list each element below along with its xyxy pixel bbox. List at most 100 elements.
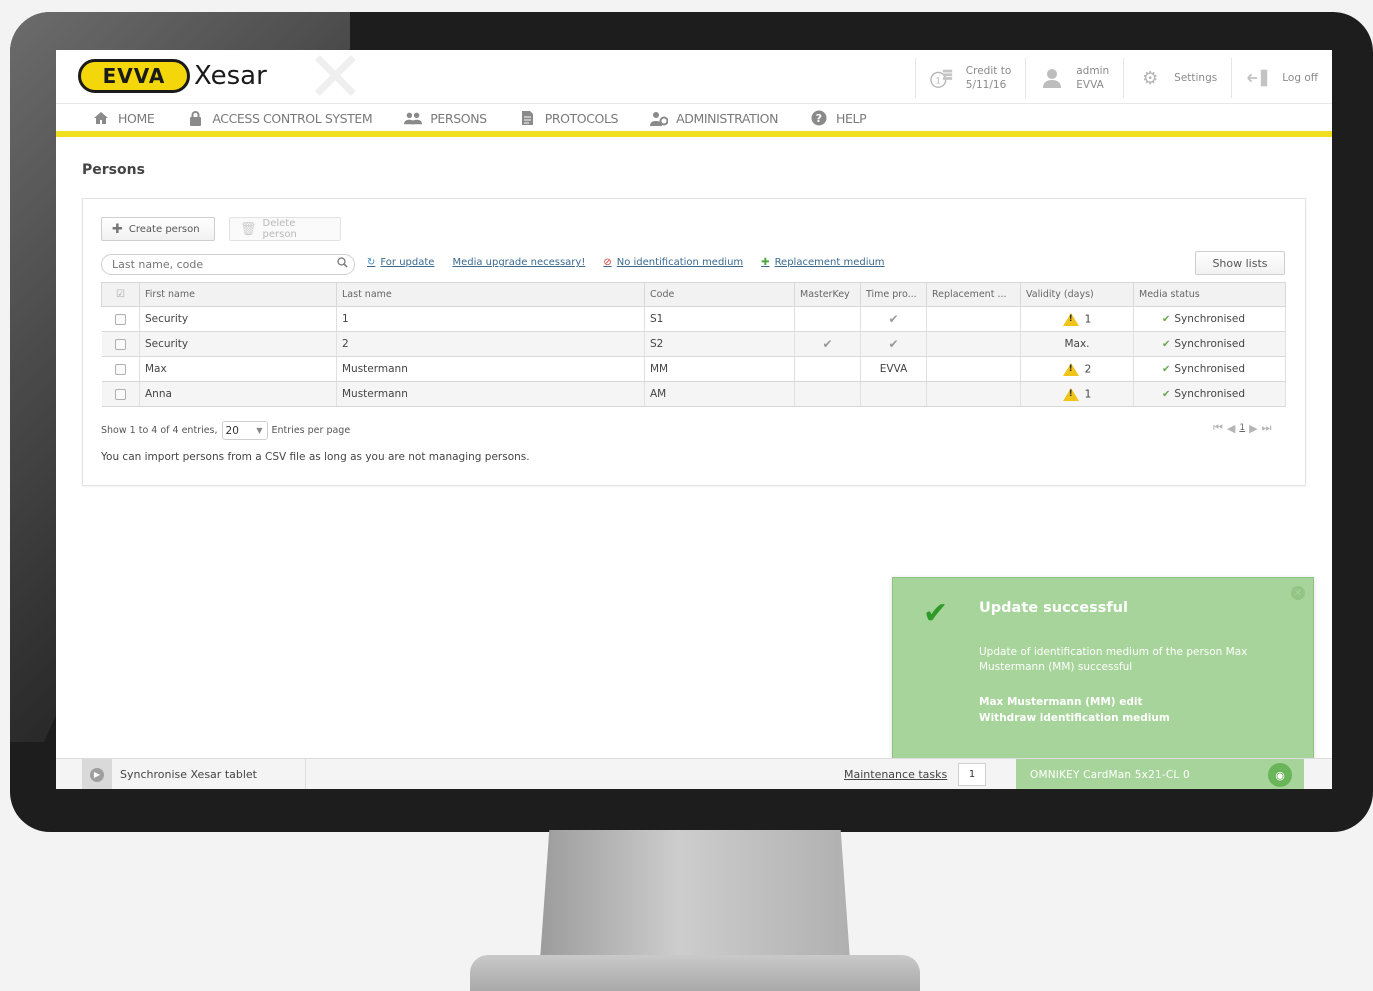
settings-button[interactable]: ⚙ Settings	[1123, 58, 1231, 98]
admin-icon	[650, 110, 669, 126]
maintenance-tasks-link[interactable]: Maintenance tasks	[844, 759, 947, 789]
nav-home[interactable]: HOME	[92, 110, 155, 126]
code-cell: MM	[644, 356, 795, 382]
time-profile-cell: ✔	[860, 331, 927, 357]
masterkey-cell	[794, 381, 861, 407]
search-icon[interactable]	[337, 257, 348, 271]
notification-message: Update of identification medium of the p…	[979, 646, 1248, 673]
row-checkbox[interactable]	[101, 306, 140, 332]
row-checkbox[interactable]	[101, 331, 140, 357]
synchronised-icon: ✔	[1162, 364, 1171, 375]
filter-no-medium[interactable]: ⊘ No identification medium	[603, 257, 743, 268]
first-name-cell: Security	[139, 306, 337, 332]
close-icon[interactable]: ✕	[1291, 586, 1305, 600]
lock-icon	[186, 110, 204, 126]
check-icon: ✔	[888, 312, 899, 326]
filter-media-upgrade[interactable]: Media upgrade necessary!	[452, 257, 585, 268]
last-name-cell: Mustermann	[336, 356, 645, 382]
column-header[interactable]: Replacement ...	[926, 282, 1021, 307]
monitor-scene: ✕ EVVA Xesar 1 Credit to 5/11/16 admin E…	[0, 0, 1373, 991]
update-icon: ↻	[367, 257, 376, 268]
column-header[interactable]: First name	[139, 282, 337, 307]
table-header-row: ☑ First name Last name Code MasterKey Ti…	[101, 282, 1286, 307]
nav-help[interactable]: ? HELP	[810, 110, 867, 126]
nav-persons[interactable]: PERSONS	[404, 110, 487, 126]
validity-cell: 1	[1020, 381, 1134, 407]
chevron-down-icon: ▼	[256, 426, 263, 435]
last-name-cell: Mustermann	[336, 381, 645, 407]
user-info[interactable]: admin EVVA	[1025, 58, 1123, 98]
masterkey-cell: ✔	[794, 331, 861, 357]
column-header[interactable]: Code	[644, 282, 795, 307]
table-row[interactable]: Security 2 S2 ✔ ✔ Max. ✔ Synchronised	[101, 331, 1286, 357]
validity-value: 1	[1084, 313, 1092, 325]
nav-protocols[interactable]: PROTOCOLS	[519, 110, 618, 126]
paging-info: Show 1 to 4 of 4 entries, 20 ▼ Entries p…	[101, 421, 350, 440]
pagination: ⏮ ◀ 1 ▶ ⏭	[1211, 421, 1273, 435]
page-number[interactable]: 1	[1239, 423, 1245, 433]
nav-administration[interactable]: ADMINISTRATION	[650, 110, 778, 126]
time-profile-cell: EVVA	[860, 356, 927, 382]
nav-protocols-label: PROTOCOLS	[544, 110, 619, 126]
media-status-cell: ✔ Synchronised	[1133, 331, 1286, 357]
table-row[interactable]: Max Mustermann MM EVVA 2 ✔Synchronised	[101, 356, 1286, 382]
settings-label: Settings	[1174, 72, 1218, 84]
sync-tablet-label: Synchronise Xesar tablet	[120, 768, 257, 781]
filter-for-update[interactable]: ↻ For update	[367, 257, 434, 268]
column-header[interactable]: Validity (days)	[1020, 282, 1134, 307]
row-checkbox[interactable]	[101, 356, 140, 382]
reader-connect-icon[interactable]: ◉	[1268, 763, 1292, 787]
product-name: Xesar	[194, 61, 267, 91]
column-header[interactable]: Time pro...	[860, 282, 927, 307]
warning-icon	[1062, 362, 1079, 376]
filter-no-medium-label: No identification medium	[616, 257, 744, 268]
edit-person-link[interactable]: Max Mustermann (MM) edit	[979, 696, 1143, 708]
trash-icon: 🗑	[240, 221, 257, 237]
first-name-cell: Max	[139, 356, 337, 382]
show-lists-button[interactable]: Show lists	[1195, 251, 1285, 275]
import-note: You can import persons from a CSV file a…	[101, 451, 530, 463]
prev-page-icon[interactable]: ◀	[1227, 422, 1235, 435]
code-cell: AM	[644, 381, 795, 407]
row-checkbox[interactable]	[101, 381, 140, 407]
first-name-cell: Security	[139, 331, 337, 357]
logoff-icon	[1246, 66, 1270, 90]
persons-icon	[404, 110, 423, 126]
select-all-header[interactable]: ☑	[101, 282, 140, 307]
column-header[interactable]: Media status	[1133, 282, 1286, 307]
column-header[interactable]: MasterKey	[794, 282, 861, 307]
delete-person-label: Delete person	[262, 218, 297, 240]
last-page-icon[interactable]: ⏭	[1262, 421, 1272, 435]
create-person-button[interactable]: ✚ Create person	[101, 217, 215, 241]
nav-help-label: HELP	[836, 110, 867, 126]
logoff-button[interactable]: Log off	[1231, 58, 1332, 98]
user-name: admin	[1076, 65, 1110, 77]
first-page-icon[interactable]: ⏮	[1213, 421, 1223, 435]
time-profile-cell: ✔	[860, 306, 927, 332]
credit-info[interactable]: 1 Credit to 5/11/16	[914, 58, 1025, 98]
next-page-icon[interactable]: ▶	[1249, 422, 1257, 435]
replacement-icon: ✚	[761, 257, 770, 268]
masterkey-cell	[794, 356, 861, 382]
search-input[interactable]	[101, 254, 355, 275]
sync-tablet-button[interactable]: ▶ Synchronise Xesar tablet	[82, 759, 306, 789]
page-size-select[interactable]: 20 ▼	[221, 421, 268, 440]
help-icon: ?	[810, 110, 828, 126]
delete-person-button[interactable]: 🗑 Delete person	[229, 217, 341, 241]
document-icon	[519, 110, 537, 126]
credit-date: 5/11/16	[965, 79, 1007, 91]
credit-label: Credit to	[965, 65, 1012, 77]
column-header[interactable]: Last name	[336, 282, 645, 307]
code-cell: S2	[644, 331, 795, 357]
withdraw-medium-link[interactable]: Withdraw identification medium	[979, 712, 1170, 724]
nav-access-control[interactable]: ACCESS CONTROL SYSTEM	[186, 110, 373, 126]
media-status-value: Synchronised	[1174, 363, 1246, 375]
credit-icon: 1	[930, 66, 954, 90]
media-status-cell: ✔ Synchronised	[1133, 356, 1286, 382]
brand-logo[interactable]: EVVA Xesar	[78, 59, 267, 93]
validity-cell: 1	[1020, 306, 1134, 332]
table-row[interactable]: Security 1 S1 ✔ 1 ✔Synchronised	[101, 306, 1286, 332]
table-row[interactable]: Anna Mustermann AM 1 ✔Synchronised	[101, 381, 1286, 407]
filter-replacement[interactable]: ✚ Replacement medium	[761, 257, 884, 268]
gear-icon: ⚙	[1142, 67, 1159, 89]
